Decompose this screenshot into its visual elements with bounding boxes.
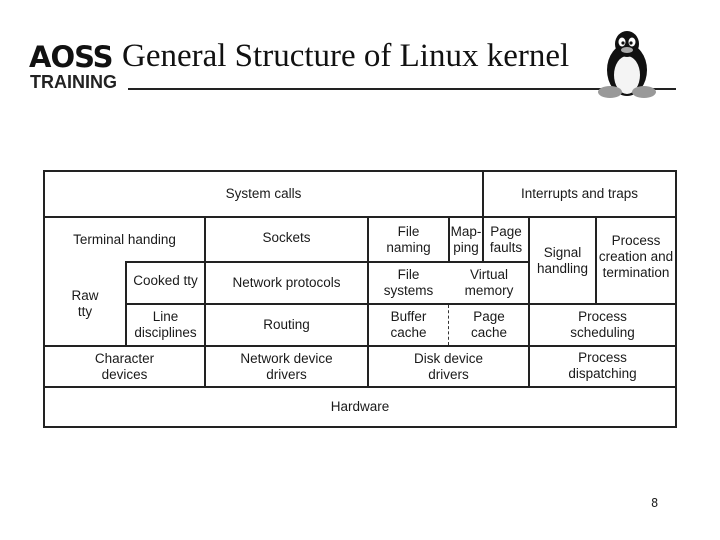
cell-line-disciplines: Line disciplines bbox=[134, 309, 197, 340]
cell-terminal-handling: Terminal handing bbox=[73, 231, 176, 247]
cell-interrupts-and-traps: Interrupts and traps bbox=[520, 186, 639, 201]
cell-sockets: Sockets bbox=[262, 230, 311, 245]
cell-page-cache: Page cache bbox=[470, 309, 508, 340]
cell-process-dispatching: Process dispatching bbox=[568, 349, 637, 381]
slide-title: General Structure of Linux kernel bbox=[122, 38, 570, 74]
logo-training: TRAINING bbox=[30, 72, 117, 92]
cell-page-faults: Page faults bbox=[489, 223, 523, 255]
cell-network-protocols: Network protocols bbox=[232, 275, 341, 290]
cell-routing: Routing bbox=[263, 317, 310, 332]
logo-aoss: AOSS bbox=[29, 40, 114, 74]
cell-file-systems: File systems bbox=[383, 267, 434, 298]
mapping-line-1: Map- bbox=[450, 223, 482, 239]
cell-file-naming: File naming bbox=[386, 223, 431, 255]
cell-virtual-memory: Virtual memory bbox=[464, 267, 514, 298]
cell-process-scheduling: Process scheduling bbox=[570, 309, 635, 340]
grid-line bbox=[675, 170, 677, 428]
cell-mapping: Map- ping bbox=[450, 218, 482, 261]
header-rule bbox=[128, 88, 676, 90]
cell-system-calls: System calls bbox=[225, 186, 302, 201]
cell-hardware: Hardware bbox=[330, 399, 390, 414]
cell-character-devices: Character devices bbox=[94, 350, 155, 382]
cell-cooked-tty: Cooked tty bbox=[133, 273, 198, 288]
mapping-line-2: ping bbox=[453, 239, 479, 255]
cell-buffer-cache: Buffer cache bbox=[390, 309, 427, 340]
cell-signal-handling: Signal handling bbox=[536, 244, 589, 276]
grid-line bbox=[43, 426, 677, 428]
cell-disk-device-drivers: Disk device drivers bbox=[413, 350, 484, 382]
cell-network-device-drivers: Network device drivers bbox=[240, 350, 333, 382]
page-number: 8 bbox=[651, 496, 659, 510]
dashed-divider bbox=[448, 305, 449, 345]
cell-raw-tty: Raw tty bbox=[71, 288, 99, 319]
cell-process-creation: Process creation and termination bbox=[598, 233, 674, 280]
tux-penguin-icon bbox=[598, 31, 656, 98]
